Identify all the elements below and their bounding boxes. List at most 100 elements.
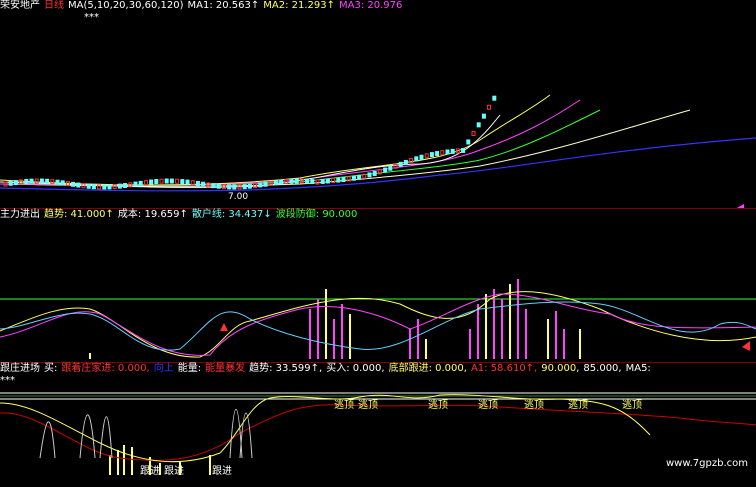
band-defense-value: 波段防御: 90.000 xyxy=(275,209,358,220)
escape-label: 逃顶 xyxy=(478,400,498,411)
escape-label: 逃顶 xyxy=(568,400,588,411)
main-force-chart xyxy=(0,279,756,359)
main-force-title: 主力进出 xyxy=(0,209,40,220)
price-star-marker: *** xyxy=(84,12,99,23)
upward-label: 向上 xyxy=(153,363,174,374)
candle xyxy=(45,178,50,184)
ma3-value: MA3: 20.976 xyxy=(339,0,403,11)
candle xyxy=(91,184,96,190)
candle xyxy=(310,179,315,185)
candle xyxy=(403,159,408,165)
candle xyxy=(325,178,330,184)
ma-definition: MA(5,10,20,30,60,120) xyxy=(68,0,184,11)
candle xyxy=(143,180,148,186)
candle xyxy=(476,122,481,128)
follow-star-marker: *** xyxy=(0,375,15,386)
candle xyxy=(13,180,18,186)
candle xyxy=(294,178,299,184)
candle xyxy=(341,177,346,183)
energy-burst-label: 能量暴发 xyxy=(205,363,246,374)
candle xyxy=(154,179,159,185)
candle xyxy=(487,104,492,110)
candle xyxy=(429,152,434,158)
main-force-pane[interactable]: 主力进出 趋势: 41.000↑ 成本: 19.659↑ 散户线: 34.437↓ 波段… xyxy=(0,209,756,359)
buy-in-value: 买入: 0.000, xyxy=(326,363,385,374)
price-pane[interactable]: 荣安地产 日线 MA(5,10,20,30,60,120) MA1: 20.563↑ M… xyxy=(0,0,756,208)
candle xyxy=(315,179,320,185)
candle xyxy=(388,165,393,171)
candle xyxy=(29,178,34,184)
follow-in-label: 跟进 xyxy=(140,466,160,477)
escape-label: 逃顶 xyxy=(334,400,354,411)
candle xyxy=(263,181,268,187)
candle xyxy=(185,179,190,185)
candle xyxy=(232,184,237,190)
candle xyxy=(258,182,263,188)
candle xyxy=(383,167,388,173)
candle xyxy=(149,179,154,185)
cost-value: 成本: 19.659↑ xyxy=(117,209,188,220)
candle xyxy=(195,180,200,186)
candle xyxy=(351,175,356,181)
candle xyxy=(435,151,440,157)
candle xyxy=(227,184,232,190)
candle xyxy=(175,178,180,184)
v90-value: 90.000, xyxy=(541,363,580,374)
trend2-value: 趋势: 33.599↑, xyxy=(249,363,323,374)
ma1-value: MA1: 20.563↑ xyxy=(187,0,260,11)
follow-banker-value: 跟着庄家进: 0.000, xyxy=(61,363,150,374)
candle xyxy=(367,172,372,178)
stock-name: 荣安地产 xyxy=(0,0,40,11)
candle xyxy=(55,179,60,185)
candle xyxy=(71,181,76,187)
candle xyxy=(159,178,164,184)
candle xyxy=(414,156,419,162)
candle xyxy=(492,95,497,101)
candle xyxy=(481,113,486,119)
candle xyxy=(164,178,169,184)
low-price-label: 7.00 xyxy=(228,192,249,202)
main-force-header: 主力进出 趋势: 41.000↑ 成本: 19.659↑ 散户线: 34.437↓ 波段… xyxy=(0,209,361,221)
candle xyxy=(357,174,362,180)
candle xyxy=(123,183,128,189)
candle xyxy=(216,183,221,189)
energy-label: 能量: xyxy=(177,363,202,374)
candle xyxy=(169,178,174,184)
follow-in-label: 跟进 xyxy=(164,466,184,477)
candle xyxy=(398,161,403,167)
candle xyxy=(445,149,450,155)
candle xyxy=(39,178,44,184)
candle xyxy=(424,153,429,159)
candle xyxy=(242,184,247,190)
follow-pane[interactable]: 跟庄进场 买: 跟着庄家进: 0.000, 向上 能量: 能量暴发 趋势: 33.599↑,… xyxy=(0,363,756,487)
candle xyxy=(107,184,112,190)
bottom-follow-value: 底部跟进: 0.000, xyxy=(388,363,467,374)
candle xyxy=(305,178,310,184)
follow-chart xyxy=(0,392,756,475)
follow-header: 跟庄进场 买: 跟着庄家进: 0.000, 向上 能量: 能量暴发 趋势: 33.599↑,… xyxy=(0,363,655,375)
candle xyxy=(419,154,424,160)
candle xyxy=(24,178,29,184)
price-header: 荣安地产 日线 MA(5,10,20,30,60,120) MA1: 20.563↑ M… xyxy=(0,0,406,12)
candle xyxy=(273,180,278,186)
candle xyxy=(19,179,24,185)
candle xyxy=(289,178,294,184)
candle xyxy=(320,178,325,184)
candle xyxy=(133,181,138,187)
candle xyxy=(440,150,445,156)
candle xyxy=(60,180,65,186)
ma5-value: MA5: xyxy=(625,363,651,374)
candle xyxy=(102,184,107,190)
candle xyxy=(336,177,341,183)
candle xyxy=(372,170,377,176)
candle xyxy=(461,147,466,153)
candle xyxy=(117,183,122,189)
candle xyxy=(279,179,284,185)
period-label[interactable]: 日线 xyxy=(44,0,64,11)
candle xyxy=(450,148,455,154)
candle xyxy=(201,181,206,187)
follow-in-label: 跟进 xyxy=(212,466,232,477)
candle xyxy=(471,130,476,136)
escape-label: 逃顶 xyxy=(428,400,448,411)
candle xyxy=(86,183,91,189)
